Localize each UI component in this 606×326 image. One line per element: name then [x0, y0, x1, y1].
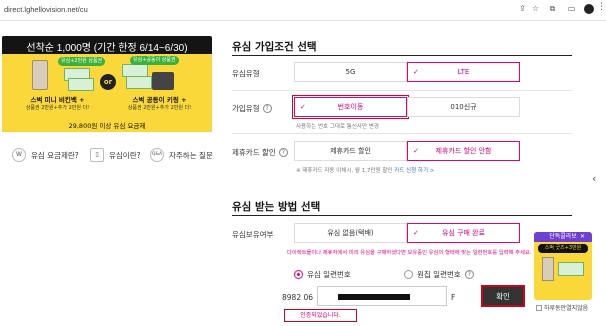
product-right-sub: 상품권 2만원+추가 2만원 더! — [127, 105, 192, 111]
option-usim-purchased[interactable]: 유심 구매 완료 — [407, 223, 520, 243]
banner-body: 유심+2만원 상품권 or 유심+공동이 상품권 스벅 미니 비킨백 + 상품권… — [2, 54, 212, 132]
radio-usim-serial[interactable]: 유심 일련번호 — [294, 269, 351, 280]
radio-on-icon — [294, 270, 303, 279]
quick-link-plan[interactable]: W 유심 요금제란? — [12, 148, 79, 162]
option-5g[interactable]: 5G — [294, 62, 407, 82]
or-badge: or — [100, 74, 116, 90]
sim-card-icon: ▯ — [90, 148, 104, 162]
banner-headline: 선착순 1,000명 (기간 한정 6/14~6/30) — [26, 43, 188, 54]
row-divider — [232, 133, 572, 134]
radio-label: 유심 일련번호 — [307, 270, 351, 279]
bookmark-star-icon[interactable]: ☆ — [531, 4, 540, 13]
browser-chrome: direct.lghellovision.net/cu ⇪ ☆ ⧉ ▭ ⋮ — [0, 0, 606, 21]
product-left-sub: 상품권 2만원+추가 2만원 더! — [25, 105, 90, 111]
serial-prefix: 8982 06 — [282, 293, 314, 302]
menu-kebab-icon[interactable]: ⋮ — [597, 2, 606, 12]
row-divider — [232, 90, 572, 91]
promo-banner[interactable]: 선착순 1,000명 (기간 한정 6/14~6/30) 유심+2만원 상품권 … — [2, 36, 212, 132]
qna-icon: Q&A — [150, 148, 164, 162]
row-label-text: 유심보유여부 — [232, 230, 274, 239]
card-apply-link[interactable]: 카드 신청 하기 > — [394, 168, 434, 174]
sidebar-icon[interactable]: ▭ — [567, 4, 576, 13]
join-type-note: 사용하는 번호 그대로 통신사만 변경 — [296, 124, 379, 130]
extensions-icon[interactable]: ⧉ — [548, 4, 557, 13]
usim-form: 유심 가입조건 선택 유심유형 5G LTE 가입유형 ? 번호이동 010신규… — [232, 21, 572, 326]
section-title-receive: 유심 받는 방법 선택 — [232, 201, 321, 213]
option-new-010[interactable]: 010신규 — [407, 97, 520, 117]
floating-promo[interactable]: 단독콜라보 ✕ 스벅 굿즈+3만원 — [534, 232, 592, 300]
help-icon[interactable]: ? — [464, 270, 474, 279]
hide-today-checkbox[interactable]: 하루동안열지않음 — [536, 303, 588, 312]
masked-serial — [338, 294, 410, 300]
option-lte[interactable]: LTE — [407, 62, 520, 82]
option-number-port[interactable]: 번호이동 — [292, 95, 409, 119]
tag-right: 유심+공동이 상품권 — [130, 56, 179, 65]
quick-link-usim[interactable]: ▯ 유심이란? — [90, 148, 141, 162]
profile-avatar[interactable] — [584, 4, 594, 14]
help-icon[interactable]: ? — [262, 104, 272, 113]
card-note-text: ※ 제휴카드 자동 이체시, 월 1,7만원 할인 — [296, 168, 393, 174]
quick-link-label: 유심 요금제란? — [31, 150, 79, 160]
verified-message: 인증되었습니다. — [284, 309, 357, 322]
promo-product-image — [542, 257, 554, 281]
usim-warning-text: 다이렉트몰이나 제휴처에서 미리 유심을 구매하셨다면 보유중인 유심의 형태에… — [287, 250, 532, 256]
option-card-discount[interactable]: 제휴카드 할인 — [294, 141, 407, 161]
row-label-join-type: 가입유형 ? — [232, 103, 272, 114]
serial-suffix: F — [451, 293, 456, 302]
product-right-title: 스벅 공동이 키링 + — [132, 96, 187, 104]
row-label-usim-type: 유심유형 — [232, 68, 260, 79]
product-left-title: 스벅 미니 비킨백 + — [30, 96, 85, 104]
card-discount-note: ※ 제휴카드 자동 이체시, 월 1,7만원 할인 카드 신청 하기 > — [296, 166, 434, 174]
promo-coupon-image — [558, 262, 584, 276]
option-no-usim-delivery[interactable]: 유심 없음(택배) — [294, 223, 407, 243]
promo-sub: 스벅 굿즈+3만원 — [538, 244, 588, 253]
row-label-usim-own: 유심보유여부 — [232, 229, 273, 240]
confirm-button[interactable]: 확인 — [481, 285, 525, 307]
row-label-card-discount: 제휴카드 할인 ? — [232, 147, 288, 158]
radio-onechip-serial[interactable]: 원칩 일련번호 ? — [404, 269, 474, 280]
tag-left: 유심+2만원 상품권 — [58, 57, 106, 66]
section-divider — [232, 55, 572, 56]
banner-footer: 29,800원 이상 유심 요금제 — [68, 122, 146, 130]
hide-today-label: 하루동안열지않음 — [544, 305, 589, 312]
radio-label: 원칩 일련번호 — [417, 270, 461, 279]
quick-link-label: 자주하는 질문 — [169, 150, 213, 160]
section-divider — [232, 215, 572, 216]
chevron-left-icon[interactable]: ‹ — [592, 172, 596, 185]
row-label-text: 유심유형 — [232, 69, 260, 78]
row-label-text: 제휴카드 할인 — [232, 148, 276, 157]
radio-off-icon — [404, 270, 413, 279]
help-icon[interactable]: ? — [278, 148, 288, 157]
mini-bag-product-image — [32, 60, 48, 90]
section-title-conditions: 유심 가입조건 선택 — [232, 41, 317, 53]
serial-number-input[interactable] — [317, 286, 447, 306]
row-label-text: 가입유형 — [232, 104, 260, 113]
gift-coupon-image — [126, 76, 152, 89]
quick-link-faq[interactable]: Q&A 자주하는 질문 — [150, 148, 213, 162]
option-no-card-discount[interactable]: 제휴카드 할인 안함 — [407, 141, 520, 161]
address-bar[interactable]: direct.lghellovision.net/cu — [4, 5, 88, 14]
plan-icon: W — [12, 148, 26, 162]
checkbox-icon — [536, 304, 542, 311]
close-icon[interactable]: ✕ — [580, 233, 585, 240]
quick-link-label: 유심이란? — [109, 150, 141, 160]
share-icon[interactable]: ⇪ — [518, 4, 527, 13]
gift-coupon-image — [68, 78, 94, 91]
keyring-product-image — [152, 72, 174, 90]
